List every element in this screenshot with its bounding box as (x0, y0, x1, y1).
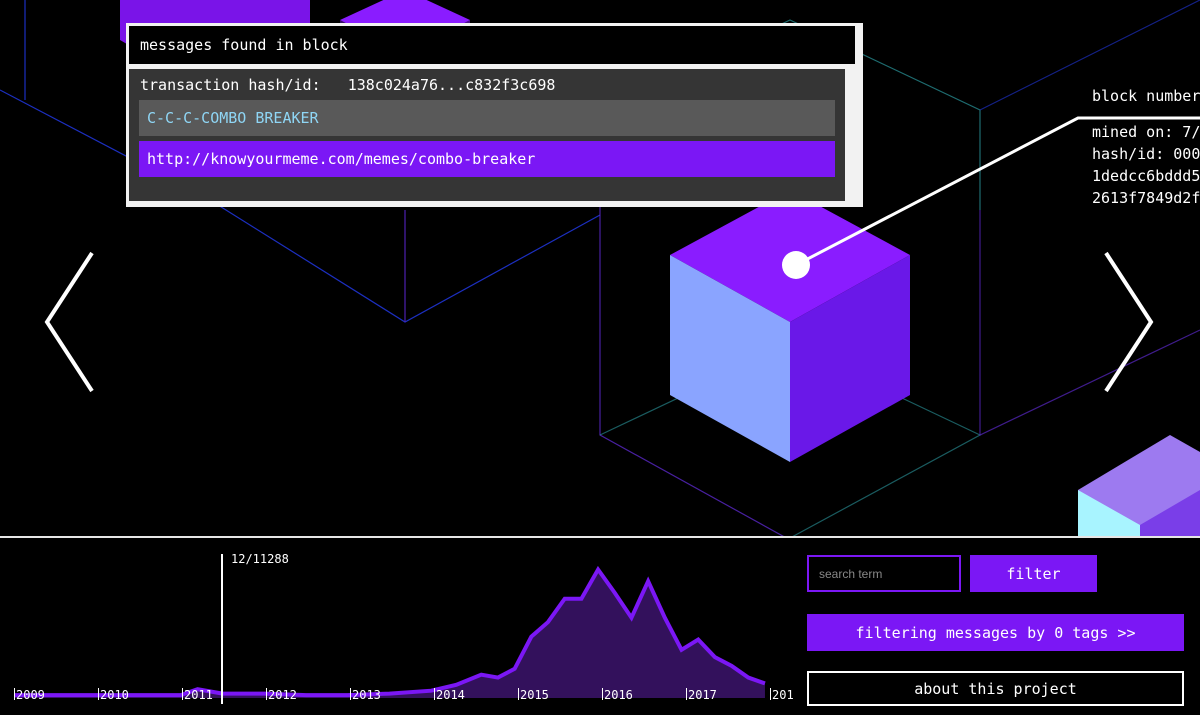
year-tick: 201 (770, 688, 794, 702)
transaction-hash-value: 138c024a76...c832f3c698 (348, 76, 556, 94)
block-hash-line: hash/id: 000 (1092, 143, 1200, 165)
tags-filter-button[interactable]: filtering messages by 0 tags >> (807, 614, 1184, 651)
year-tick: 2011 (182, 688, 213, 702)
year-tick: 2014 (434, 688, 465, 702)
year-tick: 2015 (518, 688, 549, 702)
year-tick: 2009 (14, 688, 45, 702)
timeline-cursor[interactable] (221, 554, 223, 704)
year-tick: 2013 (350, 688, 381, 702)
mined-on: mined on: 7/ (1092, 121, 1200, 143)
block-hash-line: 1dedcc6bddd5 (1092, 165, 1200, 187)
previous-block-button[interactable] (40, 250, 100, 395)
year-tick: 2017 (686, 688, 717, 702)
filter-button[interactable]: filter (970, 555, 1097, 592)
timeline-cursor-label: 12/11288 (231, 552, 289, 566)
search-input[interactable] (807, 555, 961, 592)
messages-panel-title: messages found in block (129, 26, 855, 64)
year-tick: 2010 (98, 688, 129, 702)
message-item[interactable]: C-C-C-COMBO BREAKER (139, 100, 835, 136)
year-tick: 2016 (602, 688, 633, 702)
about-project-button[interactable]: about this project (807, 671, 1184, 706)
next-block-button[interactable] (1100, 250, 1160, 395)
chevron-left-icon (40, 250, 100, 395)
block-number-label: block number (1092, 85, 1200, 107)
block-hash-line: 2613f7849d2f (1092, 187, 1200, 209)
chevron-right-icon (1100, 250, 1160, 395)
timeline-chart[interactable] (0, 538, 795, 711)
message-item-link[interactable]: http://knowyourmeme.com/memes/combo-brea… (139, 141, 835, 177)
block-info: block number mined on: 7/ hash/id: 000 1… (1092, 85, 1200, 209)
messages-panel: messages found in block transaction hash… (126, 23, 863, 207)
transaction-hash: transaction hash/id: 138c024a76...c832f3… (140, 76, 555, 94)
messages-list: transaction hash/id: 138c024a76...c832f3… (129, 69, 845, 201)
transaction-hash-label: transaction hash/id: (140, 76, 321, 94)
year-tick: 2012 (266, 688, 297, 702)
